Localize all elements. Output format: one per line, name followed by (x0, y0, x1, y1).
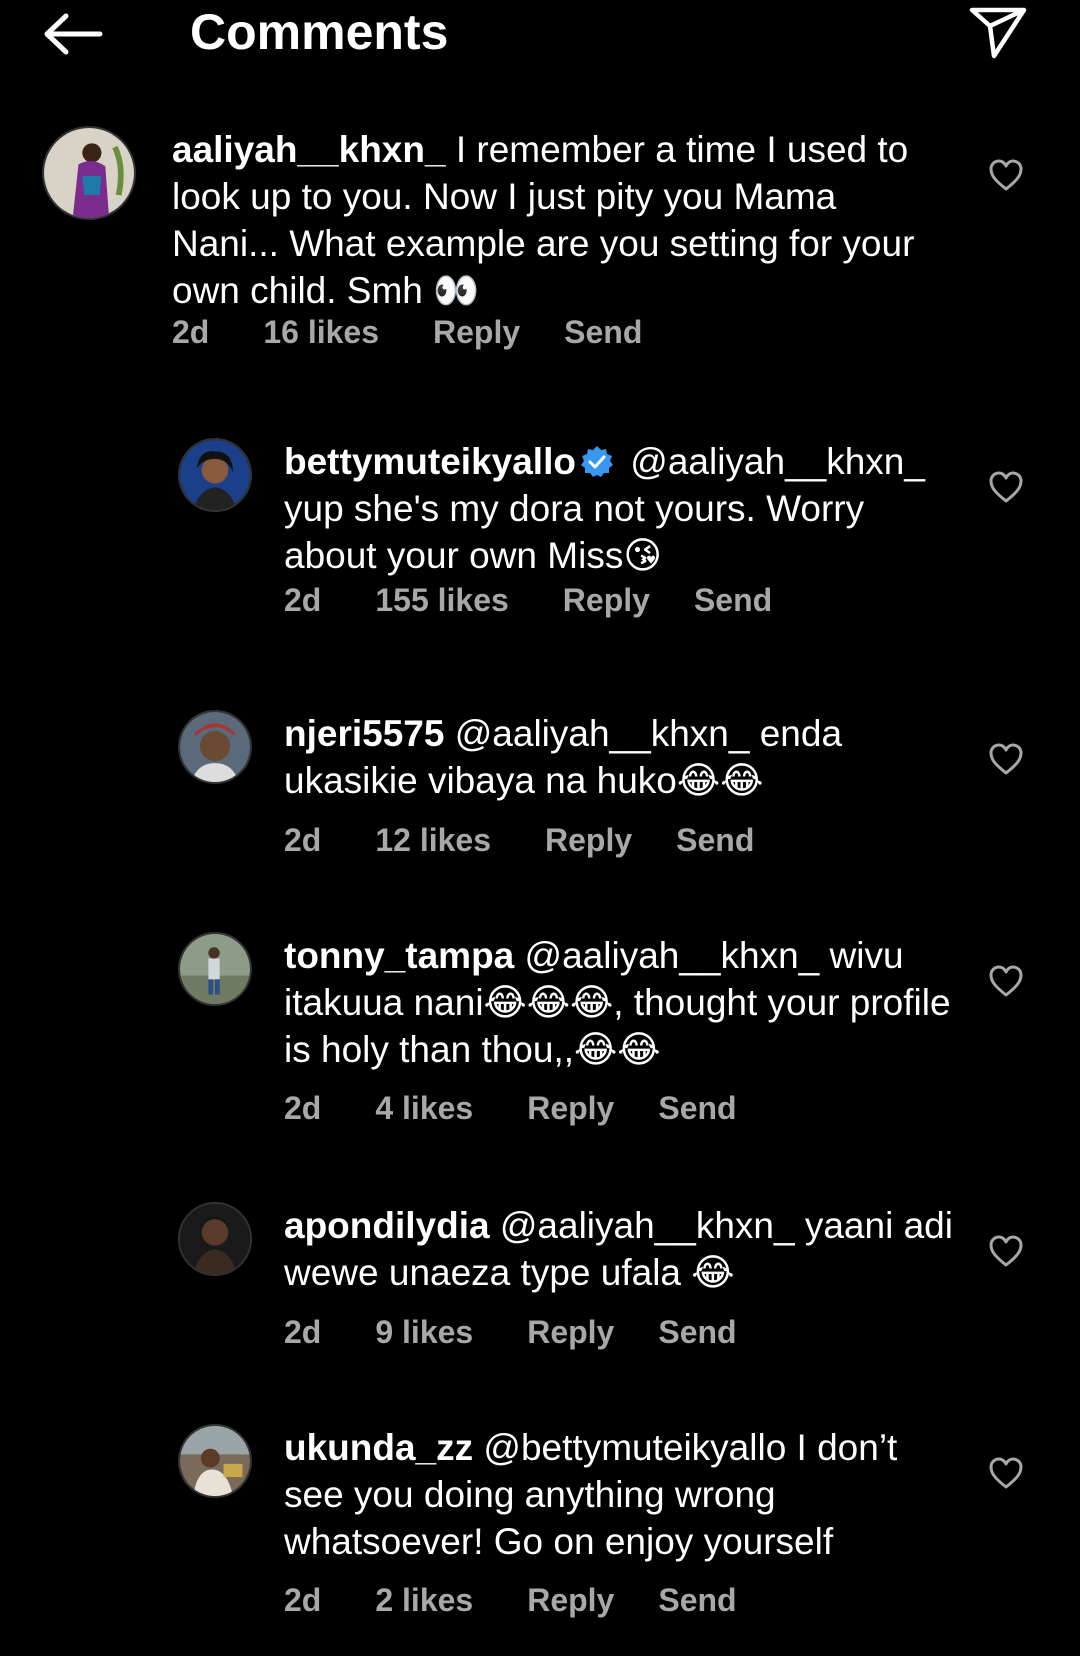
arrow-left-icon (44, 13, 103, 55)
comment-time: 2d (284, 582, 322, 618)
comment-meta: 2d 16 likes Reply Send (172, 314, 642, 351)
page-title: Comments (190, 4, 449, 60)
reply-button[interactable]: Reply (527, 1090, 614, 1127)
comment-body: apondilydia @aaliyah__khxn_ yaani adi we… (284, 1202, 954, 1296)
reply-button[interactable]: Reply (545, 822, 632, 859)
reply-item: tonny_tampa @aaliyah__khxn_ wivu itakuua… (0, 932, 1080, 1132)
avatar[interactable] (178, 438, 252, 512)
comment-meta: 2d 9 likes Reply Send (284, 1314, 737, 1351)
comment-time: 2d (284, 1582, 322, 1618)
send-button[interactable]: Send (658, 1090, 736, 1127)
comment-body: njeri5575 @aaliyah__khxn_ enda ukasikie … (284, 710, 954, 804)
reply-item: bettymuteikyallo @aaliyah__khxn_ yup she… (0, 438, 1080, 638)
comment-username[interactable]: njeri5575 (284, 713, 444, 754)
like-button[interactable] (988, 1456, 1024, 1490)
comment-likes[interactable]: 12 likes (375, 822, 491, 859)
comment-likes[interactable]: 9 likes (375, 1314, 473, 1351)
heart-icon (989, 1235, 1023, 1267)
avatar[interactable] (178, 1424, 252, 1498)
send-button[interactable]: Send (658, 1582, 736, 1619)
comment-likes[interactable]: 155 likes (375, 582, 508, 619)
send-button[interactable]: Send (564, 314, 642, 351)
comment-item: aaliyah__khxn_ I remember a time I used … (0, 126, 1080, 356)
comment-body: aaliyah__khxn_ I remember a time I used … (172, 126, 952, 314)
comment-time: 2d (284, 1314, 322, 1350)
reply-item: ukunda_zz @bettymuteikyallo I don’t see … (0, 1424, 1080, 1624)
share-button[interactable] (966, 2, 1030, 62)
comment-username[interactable]: ukunda_zz (284, 1427, 473, 1468)
heart-icon (989, 743, 1023, 775)
like-button[interactable] (988, 158, 1024, 192)
comment-time: 2d (284, 1090, 322, 1126)
like-button[interactable] (988, 742, 1024, 776)
comment-username[interactable]: aaliyah__khxn_ (172, 129, 446, 170)
like-button[interactable] (988, 470, 1024, 504)
back-button[interactable] (40, 8, 106, 60)
reply-button[interactable]: Reply (527, 1314, 614, 1351)
comment-body: bettymuteikyallo @aaliyah__khxn_ yup she… (284, 438, 954, 579)
heart-icon (989, 159, 1023, 191)
avatar[interactable] (42, 126, 136, 220)
comment-time: 2d (284, 822, 322, 858)
comment-username[interactable]: tonny_tampa (284, 935, 514, 976)
comment-username[interactable]: apondilydia (284, 1205, 490, 1246)
reply-button[interactable]: Reply (563, 582, 650, 619)
comment-meta: 2d 4 likes Reply Send (284, 1090, 737, 1127)
avatar[interactable] (178, 932, 252, 1006)
heart-icon (989, 1457, 1023, 1489)
comment-meta: 2d 12 likes Reply Send (284, 822, 754, 859)
reply-button[interactable]: Reply (527, 1582, 614, 1619)
heart-icon (989, 471, 1023, 503)
send-button[interactable]: Send (694, 582, 772, 619)
comment-time: 2d (172, 314, 210, 350)
comments-header: Comments (0, 0, 1080, 80)
reply-button[interactable]: Reply (433, 314, 520, 351)
comment-meta: 2d 155 likes Reply Send (284, 582, 772, 619)
comment-likes[interactable]: 4 likes (375, 1090, 473, 1127)
verified-badge-icon (580, 443, 614, 477)
reply-item: njeri5575 @aaliyah__khxn_ enda ukasikie … (0, 710, 1080, 870)
reply-item: apondilydia @aaliyah__khxn_ yaani adi we… (0, 1202, 1080, 1362)
comment-likes[interactable]: 2 likes (375, 1582, 473, 1619)
avatar[interactable] (178, 1202, 252, 1276)
send-button[interactable]: Send (676, 822, 754, 859)
heart-icon (989, 965, 1023, 997)
like-button[interactable] (988, 1234, 1024, 1268)
comment-meta: 2d 2 likes Reply Send (284, 1582, 737, 1619)
like-button[interactable] (988, 964, 1024, 998)
avatar[interactable] (178, 710, 252, 784)
comment-body: tonny_tampa @aaliyah__khxn_ wivu itakuua… (284, 932, 954, 1073)
comment-body: ukunda_zz @bettymuteikyallo I don’t see … (284, 1424, 954, 1565)
comment-likes[interactable]: 16 likes (263, 314, 379, 351)
comment-username[interactable]: bettymuteikyallo (284, 441, 576, 482)
paper-plane-icon (969, 7, 1027, 59)
send-button[interactable]: Send (658, 1314, 736, 1351)
